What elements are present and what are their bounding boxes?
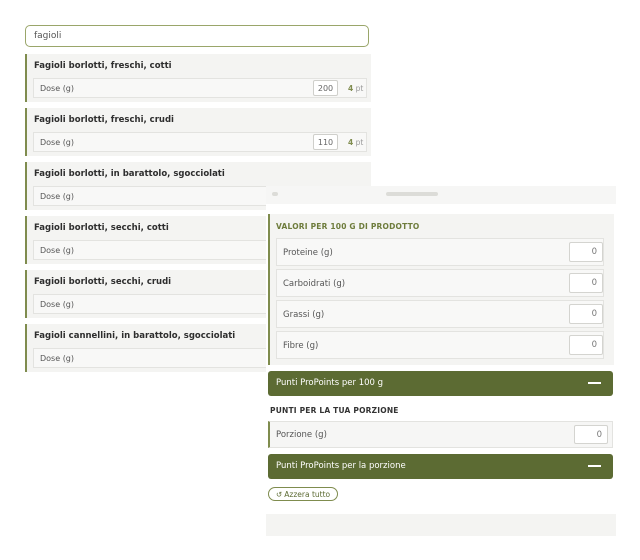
points-unit: pt xyxy=(355,84,364,93)
food-name: Fagioli borlotti, freschi, cotti xyxy=(34,61,172,71)
food-name: Fagioli borlotti, secchi, cotti xyxy=(34,223,169,233)
portion-input[interactable] xyxy=(574,425,608,444)
points-display: 4 pt xyxy=(348,138,363,147)
values-title: VALORI PER 100 G DI PRODOTTO xyxy=(276,222,420,231)
carbs-label: Carboidrati (g) xyxy=(283,279,346,289)
fibers-input[interactable] xyxy=(569,335,603,355)
points-value: 4 xyxy=(348,138,354,147)
fats-input[interactable] xyxy=(569,304,603,324)
points-unit: pt xyxy=(355,138,364,147)
dose-row: Dose (g) 4 pt xyxy=(33,132,367,152)
dose-label: Dose (g) xyxy=(40,300,75,309)
portion-title: PUNTI PER LA TUA PORZIONE xyxy=(270,406,399,415)
calculator-footer xyxy=(266,514,616,536)
refresh-icon: ↺ xyxy=(276,489,283,499)
proteins-row: Proteine (g) xyxy=(276,238,604,266)
fats-label: Grassi (g) xyxy=(283,310,325,320)
reset-button[interactable]: ↺ Azzera tutto xyxy=(268,487,339,501)
dose-label: Dose (g) xyxy=(40,138,75,147)
food-name: Fagioli borlotti, in barattolo, sgocciol… xyxy=(34,169,225,179)
carbs-row: Carboidrati (g) xyxy=(276,269,604,297)
food-name: Fagioli borlotti, freschi, crudi xyxy=(34,115,174,125)
propoints-calculator: VALORI PER 100 G DI PRODOTTO Proteine (g… xyxy=(266,186,616,540)
proteins-input[interactable] xyxy=(569,242,603,262)
points-value: 4 xyxy=(348,84,354,93)
reset-label: Azzera tutto xyxy=(284,489,331,499)
fats-row: Grassi (g) xyxy=(276,300,604,328)
points-display: 4 pt xyxy=(348,84,363,93)
dose-row: Dose (g) 4 pt xyxy=(33,78,367,98)
result-portion-bar[interactable]: Punti ProPoints per la porzione xyxy=(268,454,613,479)
minus-icon xyxy=(588,465,601,467)
search-input[interactable] xyxy=(25,25,369,47)
dose-input[interactable] xyxy=(313,80,338,96)
result-100g-label: Punti ProPoints per 100 g xyxy=(276,378,384,388)
portion-label: Porzione (g) xyxy=(276,430,327,440)
food-name: Fagioli borlotti, secchi, crudi xyxy=(34,277,172,287)
result-100g-bar[interactable]: Punti ProPoints per 100 g xyxy=(268,371,613,396)
portion-row: Porzione (g) xyxy=(268,421,613,448)
dose-input[interactable] xyxy=(313,134,338,150)
proteins-label: Proteine (g) xyxy=(283,248,333,258)
fibers-row: Fibre (g) xyxy=(276,331,604,359)
strip-fragment xyxy=(386,192,438,196)
food-item[interactable]: Fagioli borlotti, freschi, crudi Dose (g… xyxy=(25,108,371,156)
minus-icon xyxy=(588,382,601,384)
carbs-input[interactable] xyxy=(569,273,603,293)
values-panel: VALORI PER 100 G DI PRODOTTO Proteine (g… xyxy=(268,214,614,365)
food-item[interactable]: Fagioli borlotti, freschi, cotti Dose (g… xyxy=(25,54,371,102)
result-portion-label: Punti ProPoints per la porzione xyxy=(276,461,406,471)
food-name: Fagioli cannellini, in barattolo, sgocci… xyxy=(34,331,236,341)
dose-label: Dose (g) xyxy=(40,246,75,255)
dose-label: Dose (g) xyxy=(40,84,75,93)
fibers-label: Fibre (g) xyxy=(283,341,319,351)
calculator-top-strip xyxy=(266,186,616,204)
dose-label: Dose (g) xyxy=(40,192,75,201)
dose-label: Dose (g) xyxy=(40,354,75,363)
strip-fragment xyxy=(272,192,278,196)
